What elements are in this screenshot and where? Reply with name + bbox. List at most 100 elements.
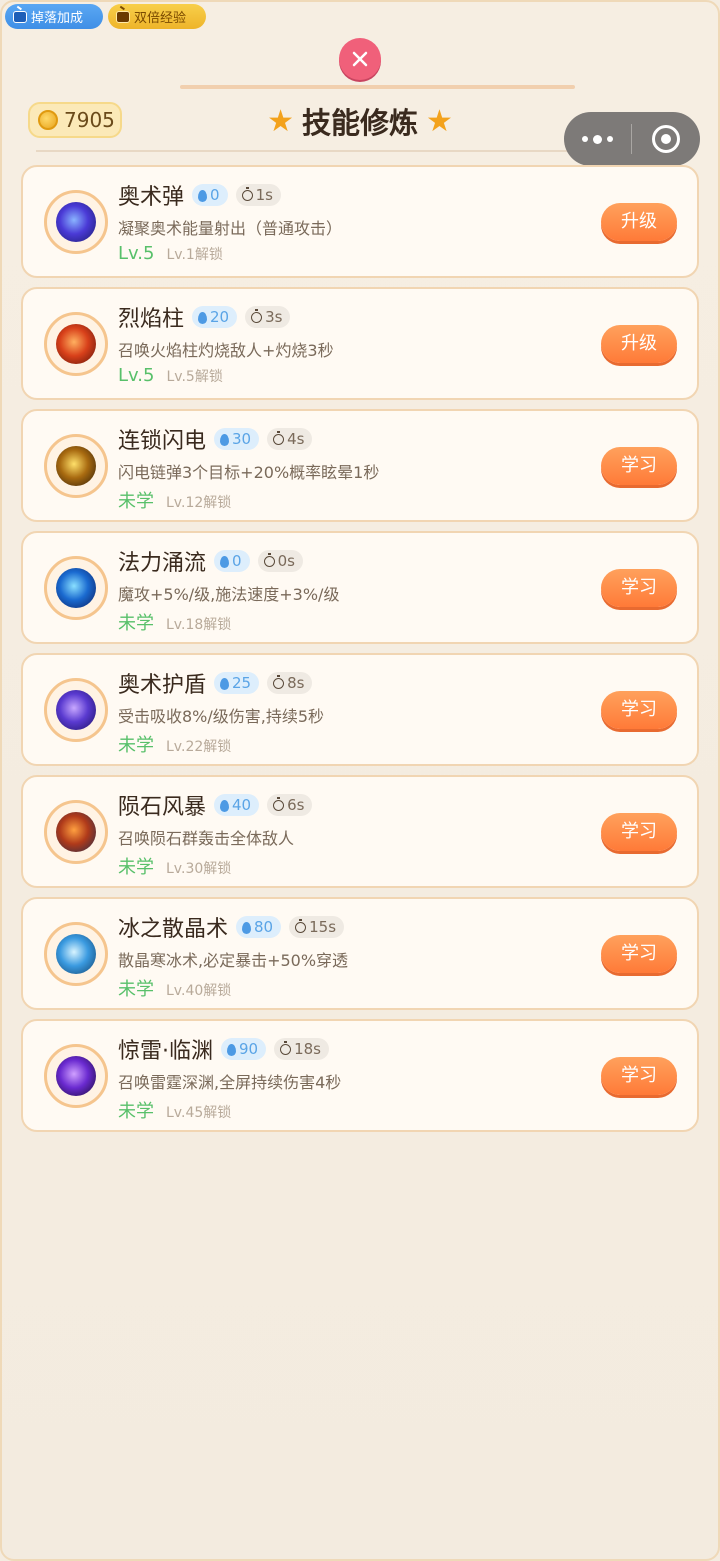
skill-level-status: 未学 xyxy=(118,979,154,1000)
mana-drop-icon xyxy=(242,922,252,934)
mana-drop-icon xyxy=(220,800,230,812)
skill-orb-icon xyxy=(56,934,96,974)
skill-card: 冰之散晶术 80 15s 散晶寒冰术,必定暴击+50%穿透 未学 Lv.40解锁… xyxy=(21,897,699,1010)
skill-level-status: 未学 xyxy=(118,613,154,634)
mana-cost: 20 xyxy=(210,308,230,326)
decorative-bar xyxy=(180,85,575,89)
mana-cost: 30 xyxy=(232,430,252,448)
skill-card: 法力涌流 0 0s 魔攻+5%/级,施法速度+3%/级 未学 Lv.18解锁 学… xyxy=(21,531,699,644)
mana-cost-badge: 0 xyxy=(214,550,250,572)
tv-icon xyxy=(116,10,130,23)
unlock-requirement: Lv.30解锁 xyxy=(166,861,232,877)
skill-name: 法力涌流 xyxy=(118,551,207,576)
tv-icon xyxy=(13,10,27,23)
mana-drop-icon xyxy=(220,556,230,568)
mana-drop-icon xyxy=(220,678,230,690)
skill-name: 连锁闪电 xyxy=(118,429,207,454)
mana-drop-icon xyxy=(220,434,230,446)
mana-cost-badge: 20 xyxy=(192,306,238,328)
double-exp-label: 双倍经验 xyxy=(134,11,187,26)
more-menu-button[interactable] xyxy=(564,134,631,144)
mana-cost-badge: 25 xyxy=(214,672,260,694)
skill-orb-icon xyxy=(56,446,96,486)
mana-cost: 40 xyxy=(232,796,252,814)
skill-level-status: 未学 xyxy=(118,735,154,756)
mana-cost: 90 xyxy=(239,1040,259,1058)
mana-drop-icon xyxy=(198,190,208,202)
learn-button[interactable]: 学习 xyxy=(601,813,677,851)
mana-cost-badge: 0 xyxy=(192,184,228,206)
cooldown-value: 0s xyxy=(277,552,295,570)
cooldown-badge: 18s xyxy=(274,1038,329,1060)
skill-name: 陨石风暴 xyxy=(118,795,207,820)
skill-card: 奥术弹 0 1s 凝聚奥术能量射出（普通攻击） Lv.5 Lv.1解锁 升级 xyxy=(21,165,699,278)
learn-button[interactable]: 学习 xyxy=(601,1057,677,1095)
skill-name: 惊雷·临渊 xyxy=(118,1039,213,1064)
skill-name: 冰之散晶术 xyxy=(118,917,229,942)
upgrade-button[interactable]: 升级 xyxy=(601,203,677,241)
exit-miniprogram-button[interactable] xyxy=(632,125,699,153)
skill-card: 烈焰柱 20 3s 召唤火焰柱灼烧敌人+灼烧3秒 Lv.5 Lv.5解锁 升级 xyxy=(21,287,699,400)
stopwatch-icon xyxy=(251,308,263,323)
skill-orb-icon xyxy=(56,202,96,242)
skill-orb-icon xyxy=(56,1056,96,1096)
cooldown-value: 15s xyxy=(309,918,337,936)
unlock-requirement: Lv.1解锁 xyxy=(166,247,223,263)
learn-button[interactable]: 学习 xyxy=(601,935,677,973)
skill-orb-icon xyxy=(56,812,96,852)
target-icon xyxy=(651,125,680,153)
skill-icon-frame xyxy=(44,1044,108,1108)
stopwatch-icon xyxy=(273,674,285,689)
cooldown-badge: 3s xyxy=(245,306,291,328)
stopwatch-icon xyxy=(263,552,275,567)
unlock-requirement: Lv.12解锁 xyxy=(166,495,232,511)
skill-description: 闪电链弹3个目标+20%概率眩晕1秒 xyxy=(118,463,380,482)
mana-cost: 0 xyxy=(232,552,242,570)
skill-icon-frame xyxy=(44,800,108,864)
skill-level-status: Lv.5 xyxy=(118,243,155,264)
skill-orb-icon xyxy=(56,690,96,730)
learn-button[interactable]: 学习 xyxy=(601,447,677,485)
skill-level-status: 未学 xyxy=(118,857,154,878)
skill-card: 陨石风暴 40 6s 召唤陨石群轰击全体敌人 未学 Lv.30解锁 学习 xyxy=(21,775,699,888)
skill-icon-frame xyxy=(44,190,108,254)
skill-description: 召唤陨石群轰击全体敌人 xyxy=(118,829,295,848)
skill-list: 奥术弹 0 1s 凝聚奥术能量射出（普通攻击） Lv.5 Lv.1解锁 升级 烈… xyxy=(21,165,699,1141)
learn-button[interactable]: 学习 xyxy=(601,691,677,729)
close-button[interactable] xyxy=(339,38,381,80)
stopwatch-icon xyxy=(241,186,253,201)
mana-cost: 25 xyxy=(232,674,252,692)
upgrade-button[interactable]: 升级 xyxy=(601,325,677,363)
skill-description: 召唤雷霆深渊,全屏持续伤害4秒 xyxy=(118,1073,342,1092)
page-title-text: 技能修炼 xyxy=(301,106,418,140)
stopwatch-icon xyxy=(295,918,307,933)
cooldown-badge: 6s xyxy=(267,794,313,816)
skill-description: 受击吸收8%/级伤害,持续5秒 xyxy=(118,707,325,726)
skill-description: 召唤火焰柱灼烧敌人+灼烧3秒 xyxy=(118,341,334,360)
double-exp-badge[interactable]: 双倍经验 xyxy=(108,4,206,29)
skill-card: 连锁闪电 30 4s 闪电链弹3个目标+20%概率眩晕1秒 未学 Lv.12解锁… xyxy=(21,409,699,522)
skill-name: 奥术护盾 xyxy=(118,673,207,698)
star-icon: ★ xyxy=(426,103,453,139)
cooldown-value: 18s xyxy=(294,1040,321,1058)
miniprogram-capsule xyxy=(564,112,700,166)
skill-icon-frame xyxy=(44,678,108,742)
cooldown-badge: 0s xyxy=(257,550,303,572)
skill-orb-icon xyxy=(56,324,96,364)
drop-bonus-label: 掉落加成 xyxy=(31,11,84,26)
skill-level-status: 未学 xyxy=(118,491,154,512)
cooldown-badge: 1s xyxy=(235,184,281,206)
skill-name: 烈焰柱 xyxy=(118,307,185,332)
skill-description: 散晶寒冰术,必定暴击+50%穿透 xyxy=(118,951,349,970)
stopwatch-icon xyxy=(273,430,285,445)
cooldown-value: 6s xyxy=(287,796,305,814)
mana-cost: 80 xyxy=(254,918,274,936)
unlock-requirement: Lv.45解锁 xyxy=(166,1105,232,1121)
cooldown-value: 8s xyxy=(287,674,305,692)
cooldown-badge: 4s xyxy=(267,428,313,450)
learn-button[interactable]: 学习 xyxy=(601,569,677,607)
drop-bonus-badge[interactable]: 掉落加成 xyxy=(5,4,103,29)
skill-orb-icon xyxy=(56,568,96,608)
mana-cost-badge: 40 xyxy=(214,794,260,816)
skill-icon-frame xyxy=(44,312,108,376)
